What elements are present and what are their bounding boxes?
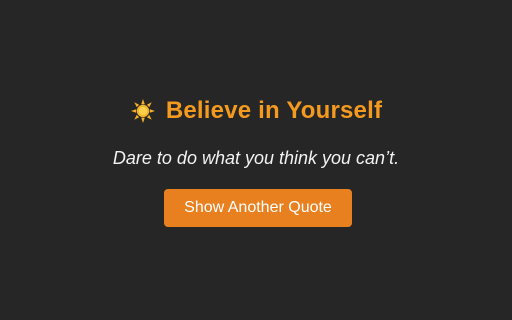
page-title: Believe in Yourself [165,97,383,124]
title-row: Believe in Yourself [0,98,512,124]
quote-page: Believe in Yourself Dare to do what you … [0,0,512,320]
sun-emoji-icon [130,98,156,124]
quote-card: Believe in Yourself Dare to do what you … [0,0,512,320]
quote-text: Dare to do what you think you can’t. [112,148,400,168]
sun-icon-svg [130,99,155,123]
show-another-quote-button[interactable]: Show Another Quote [164,189,352,227]
